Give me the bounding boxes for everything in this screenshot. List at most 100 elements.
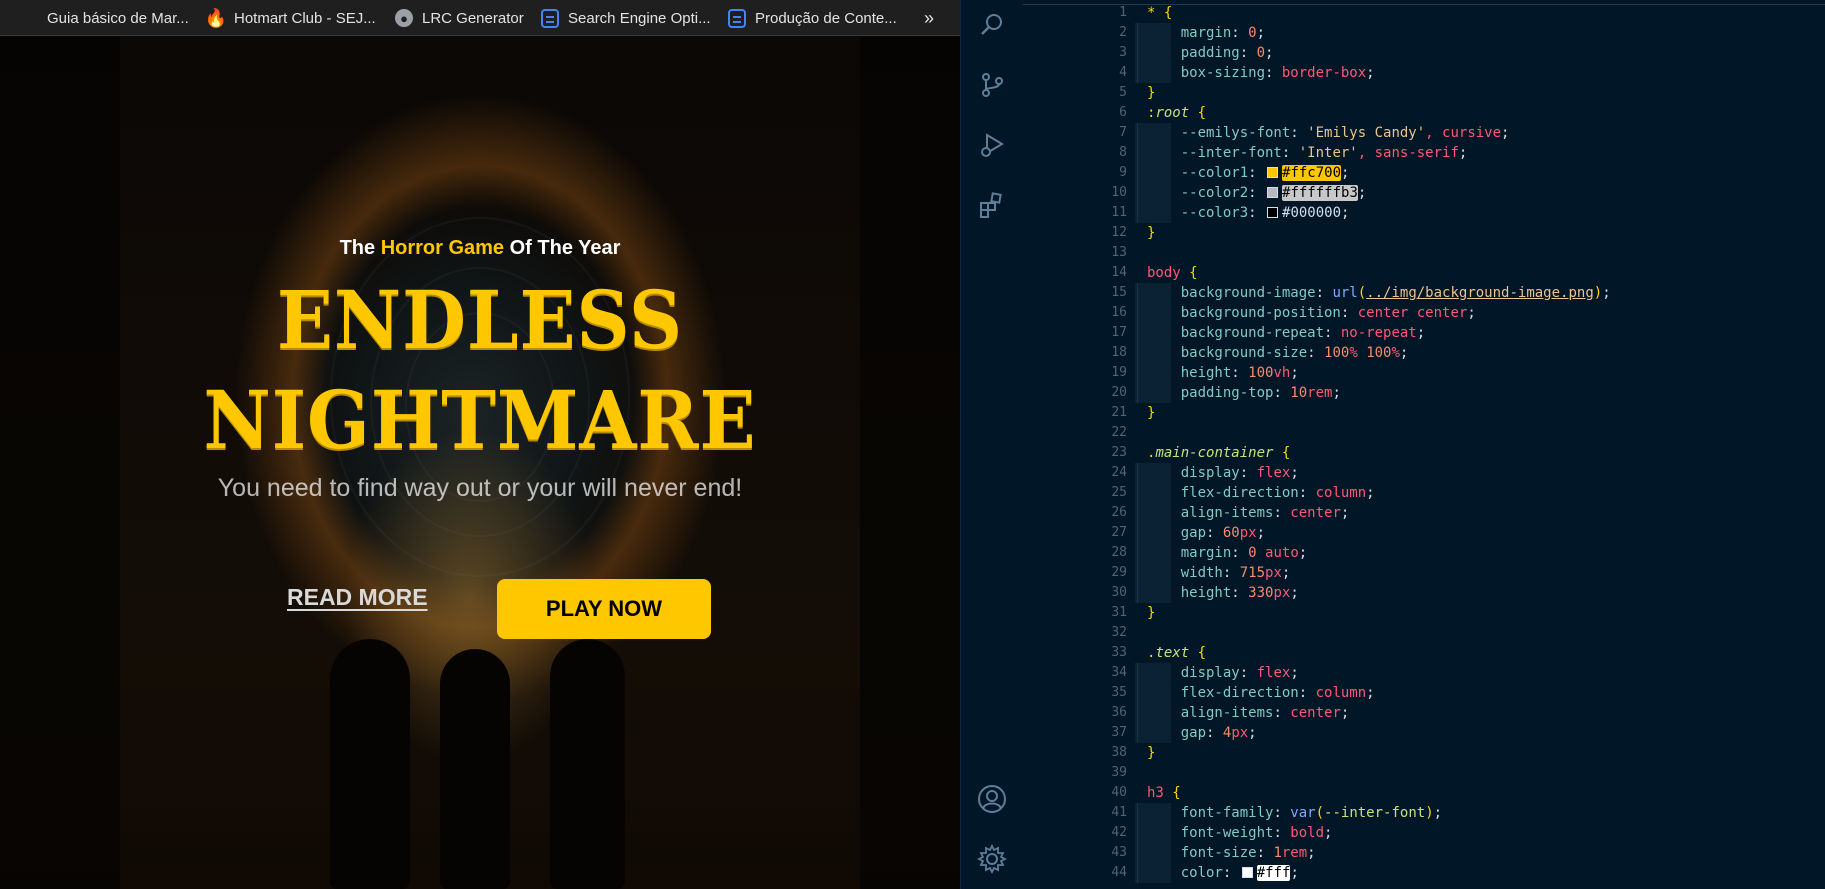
code-editor: 1 2 3 4 5 6 7 8 9 10 11 12 13 14 15 16 17 18 19 20 21 22 23 24 2… xyxy=(960,0,1825,889)
code-line: } xyxy=(1147,745,1156,761)
run-debug-icon[interactable] xyxy=(975,128,1009,162)
line-number: 17 xyxy=(1111,325,1127,340)
code-line: color: #fff; xyxy=(1180,865,1299,881)
hero-subtitle: The Horror Game Of The Year xyxy=(0,237,960,260)
line-number: 37 xyxy=(1111,725,1127,740)
line-number: 33 xyxy=(1111,645,1127,660)
subtitle-pre: The xyxy=(339,237,381,259)
child-silhouette xyxy=(550,639,625,889)
line-number: 38 xyxy=(1111,745,1127,760)
code-line: font-size: 1rem; xyxy=(1180,845,1316,861)
bookmark-label: Hotmart Club - SEJ... xyxy=(234,9,376,27)
hero-tagline: You need to find way out or your will ne… xyxy=(217,474,743,502)
subtitle-highlight: Horror Game xyxy=(380,237,505,259)
code-line: height: 330px; xyxy=(1180,585,1299,601)
line-number: 5 xyxy=(1119,85,1127,100)
bookmark-search-engine[interactable]: Search Engine Opti... xyxy=(541,0,711,36)
code-line: align-items: center; xyxy=(1180,705,1350,721)
search-icon[interactable] xyxy=(975,8,1009,42)
code-line: --color2: #ffffffb3; xyxy=(1180,185,1367,201)
line-number: 25 xyxy=(1111,485,1127,500)
bookmark-label: Produção de Conte... xyxy=(755,9,897,27)
bookmark-producao-conteudo[interactable]: Produção de Conte... xyxy=(728,0,897,36)
bookmark-guia-basico[interactable]: Guia básico de Mar... xyxy=(47,0,189,36)
hero-title-line1: ENDLESS xyxy=(276,273,684,367)
browser-window: Guia básico de Mar... 🔥 Hotmart Club - S… xyxy=(0,0,960,889)
line-number: 43 xyxy=(1111,845,1127,860)
line-number: 20 xyxy=(1111,385,1127,400)
line-number: 31 xyxy=(1111,605,1127,620)
code-line: --color1: #ffc700; xyxy=(1180,165,1350,181)
code-line: display: flex; xyxy=(1180,465,1299,481)
code-line: flex-direction: column; xyxy=(1180,485,1375,501)
line-number: 29 xyxy=(1111,565,1127,580)
code-line: } xyxy=(1147,405,1156,421)
code-line: background-position: center center; xyxy=(1180,305,1476,321)
code-line: background-image: url(../img/background-… xyxy=(1180,285,1611,301)
bookmarks-overflow-button[interactable]: » xyxy=(924,0,934,36)
line-number: 15 xyxy=(1111,285,1127,300)
code-line: font-family: var(--inter-font); xyxy=(1180,805,1443,821)
line-number: 12 xyxy=(1111,225,1127,240)
play-now-button[interactable]: PLAY NOW xyxy=(497,579,711,639)
line-number: 36 xyxy=(1111,705,1127,720)
code-line: } xyxy=(1147,225,1156,241)
bookmark-hotmart-club[interactable]: 🔥 Hotmart Club - SEJ... xyxy=(204,0,376,36)
line-number: 35 xyxy=(1111,685,1127,700)
doc-icon xyxy=(728,8,746,28)
code-line: --emilys-font: 'Emilys Candy', cursive; xyxy=(1180,125,1510,141)
bookmark-label: Guia básico de Mar... xyxy=(47,9,189,27)
extensions-icon[interactable] xyxy=(975,188,1009,222)
read-more-link[interactable]: READ MORE xyxy=(287,584,428,611)
subtitle-post: Of The Year xyxy=(504,237,621,259)
line-number: 9 xyxy=(1119,165,1127,180)
line-number: 2 xyxy=(1119,25,1127,40)
line-number: 16 xyxy=(1111,305,1127,320)
line-number: 39 xyxy=(1111,765,1127,780)
bookmark-label: LRC Generator xyxy=(422,9,524,27)
line-number: 32 xyxy=(1111,625,1127,640)
line-number: 30 xyxy=(1111,585,1127,600)
code-area[interactable]: * { margin: 0; padding: 0; box-sizing: b… xyxy=(1135,0,1825,889)
hero-title: ENDLESS NIGHTMARE xyxy=(38,270,921,470)
line-number: 23 xyxy=(1111,445,1127,460)
line-number: 42 xyxy=(1111,825,1127,840)
line-number: 22 xyxy=(1111,425,1127,440)
indent-guide xyxy=(1137,663,1138,743)
settings-gear-icon[interactable] xyxy=(975,842,1009,876)
child-silhouette xyxy=(440,649,510,889)
line-number: 3 xyxy=(1119,45,1127,60)
line-number: 41 xyxy=(1111,805,1127,820)
code-line: gap: 60px; xyxy=(1180,525,1266,541)
code-line: font-weight: bold; xyxy=(1180,825,1333,841)
code-line: align-items: center; xyxy=(1180,505,1350,521)
code-line: * { xyxy=(1147,5,1173,21)
bookmarks-bar: Guia básico de Mar... 🔥 Hotmart Club - S… xyxy=(0,0,960,36)
code-line: margin: 0 auto; xyxy=(1180,545,1308,561)
line-number: 18 xyxy=(1111,345,1127,360)
code-line: } xyxy=(1147,85,1156,101)
line-number: 13 xyxy=(1111,245,1127,260)
code-line: width: 715px; xyxy=(1180,565,1291,581)
globe-icon: ● xyxy=(395,9,413,27)
line-number: 27 xyxy=(1111,525,1127,540)
code-line: padding: 0; xyxy=(1180,45,1274,61)
child-silhouette xyxy=(330,639,410,889)
indent-guide xyxy=(1137,123,1138,223)
hero-title-line2: NIGHTMARE xyxy=(203,373,757,467)
code-line: flex-direction: column; xyxy=(1180,685,1375,701)
indent-guide xyxy=(1137,23,1138,83)
line-number: 8 xyxy=(1119,145,1127,160)
line-number: 7 xyxy=(1119,125,1127,140)
line-number: 44 xyxy=(1111,865,1127,880)
source-control-icon[interactable] xyxy=(975,68,1009,102)
line-number: 14 xyxy=(1111,265,1127,280)
fire-icon: 🔥 xyxy=(204,7,228,28)
doc-icon xyxy=(541,8,559,28)
line-number: 1 xyxy=(1119,5,1127,20)
line-number-gutter: 1 2 3 4 5 6 7 8 9 10 11 12 13 14 15 16 17 18 19 20 21 22 23 24 2… xyxy=(1023,0,1135,889)
code-line: padding-top: 10rem; xyxy=(1180,385,1341,401)
activity-bar xyxy=(961,0,1023,889)
bookmark-lrc-generator[interactable]: ● LRC Generator xyxy=(395,0,524,36)
account-icon[interactable] xyxy=(975,782,1009,816)
